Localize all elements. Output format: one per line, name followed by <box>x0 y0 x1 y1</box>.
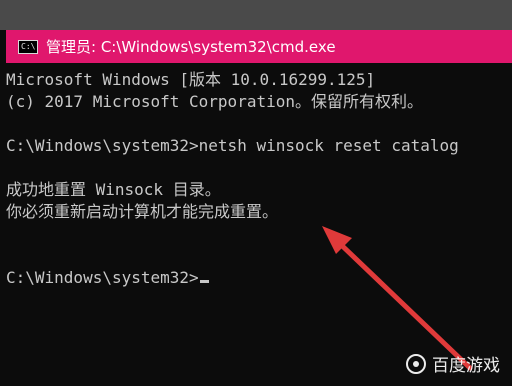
watermark: 百度游戏 <box>406 351 500 376</box>
baidu-logo-icon <box>406 353 426 374</box>
red-arrow-icon <box>322 226 473 371</box>
watermark-text: 百度游戏 <box>432 356 500 376</box>
